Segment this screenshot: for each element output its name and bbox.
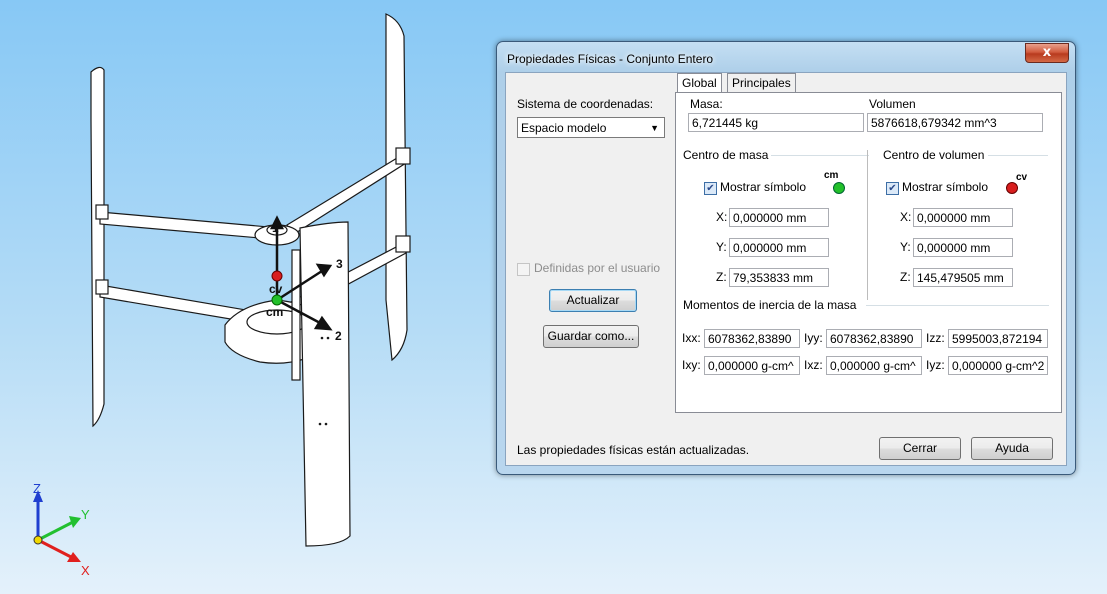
- iyz-field[interactable]: 0,000000 g-cm^2: [948, 356, 1048, 375]
- mass-x-field[interactable]: 0,000000 mm: [729, 208, 829, 227]
- physical-properties-dialog: Propiedades Físicas - Conjunto Entero x …: [496, 41, 1076, 475]
- center-divider: [867, 150, 868, 300]
- ixz-field[interactable]: 0,000000 g-cm^: [826, 356, 922, 375]
- mass-z-field[interactable]: 79,353833 mm: [729, 268, 829, 287]
- ixx-field[interactable]: 6078362,83890: [704, 329, 800, 348]
- volume-y-label: Y:: [900, 240, 911, 254]
- axis-x-label: X: [81, 563, 90, 578]
- izz-label: Izz:: [926, 331, 945, 345]
- center-volume-marker: [271, 270, 283, 282]
- show-symbol-cv-label: Mostrar símbolo: [902, 180, 989, 194]
- center-mass-title: Centro de masa: [683, 148, 769, 162]
- close-button[interactable]: Cerrar: [879, 437, 961, 460]
- coord-system-select[interactable]: Espacio modelo ▼: [517, 117, 665, 138]
- center-mass-divider: [771, 155, 869, 157]
- dialog-title: Propiedades Físicas - Conjunto Entero: [507, 52, 714, 66]
- mass-y-label: Y:: [716, 240, 727, 254]
- izz-field[interactable]: 5995003,872194: [948, 329, 1048, 348]
- coord-system-value: Espacio modelo: [521, 121, 607, 135]
- iyy-label: Iyy:: [804, 331, 823, 345]
- cv-symbol-dot: [1006, 182, 1018, 194]
- iyz-label: Iyz:: [926, 358, 945, 372]
- show-symbol-cv-checkbox[interactable]: ✔: [886, 182, 899, 195]
- close-window-button[interactable]: x: [1025, 43, 1069, 63]
- axis-z-label: Z: [33, 481, 41, 496]
- user-defined-checkbox[interactable]: [517, 263, 530, 276]
- mass-z-label: Z:: [716, 270, 727, 284]
- volume-x-field[interactable]: 0,000000 mm: [913, 208, 1013, 227]
- volume-label: Volumen: [869, 97, 916, 111]
- cv-symbol-label: cv: [1016, 172, 1028, 183]
- save-as-button[interactable]: Guardar como...: [543, 325, 639, 348]
- inertia-title: Momentos de inercia de la masa: [683, 298, 857, 312]
- volume-field[interactable]: 5876618,679342 mm^3: [867, 113, 1043, 132]
- center-mass-marker: [271, 294, 283, 306]
- update-button[interactable]: Actualizar: [549, 289, 637, 312]
- mass-field[interactable]: 6,721445 kg: [688, 113, 864, 132]
- global-tab-panel: Masa: 6,721445 kg Volumen 5876618,679342…: [675, 92, 1062, 413]
- axis-marker-3: 3: [336, 257, 343, 271]
- center-volume-title: Centro de volumen: [883, 148, 985, 162]
- cm-symbol-label: cm: [824, 170, 839, 181]
- cm-label: cm: [266, 305, 283, 319]
- mass-x-label: X:: [716, 210, 728, 224]
- ixy-label: Ixy:: [682, 358, 701, 372]
- volume-x-label: X:: [900, 210, 912, 224]
- status-text: Las propiedades físicas están actualizad…: [517, 443, 750, 457]
- cv-label: cv: [269, 282, 283, 296]
- center-volume-divider: [988, 155, 1048, 157]
- mass-y-field[interactable]: 0,000000 mm: [729, 238, 829, 257]
- axis-triad: Z Y X: [33, 481, 90, 578]
- show-symbol-cm-label: Mostrar símbolo: [720, 180, 807, 194]
- axis-marker-2: 2: [335, 329, 342, 343]
- axis-y-label: Y: [81, 507, 90, 522]
- volume-z-field[interactable]: 145,479505 mm: [913, 268, 1013, 287]
- mass-label: Masa:: [690, 97, 723, 111]
- axis-marker-1: 1: [272, 221, 279, 235]
- help-button[interactable]: Ayuda: [971, 437, 1053, 460]
- show-symbol-cm-checkbox[interactable]: ✔: [704, 182, 717, 195]
- dialog-body: Sistema de coordenadas: Espacio modelo ▼…: [505, 72, 1067, 466]
- tab-principales[interactable]: Principales: [727, 73, 796, 93]
- cm-symbol-dot: [833, 182, 845, 194]
- volume-y-field[interactable]: 0,000000 mm: [913, 238, 1013, 257]
- ixx-label: Ixx:: [682, 331, 701, 345]
- ixy-field[interactable]: 0,000000 g-cm^: [704, 356, 800, 375]
- ixz-label: Ixz:: [804, 358, 823, 372]
- coord-system-label: Sistema de coordenadas:: [517, 97, 654, 111]
- user-defined-label: Definidas por el usuario: [534, 261, 661, 275]
- iyy-field[interactable]: 6078362,83890: [826, 329, 922, 348]
- volume-z-label: Z:: [900, 270, 911, 284]
- inertia-divider: [866, 305, 1049, 307]
- chevron-down-icon: ▼: [650, 123, 659, 133]
